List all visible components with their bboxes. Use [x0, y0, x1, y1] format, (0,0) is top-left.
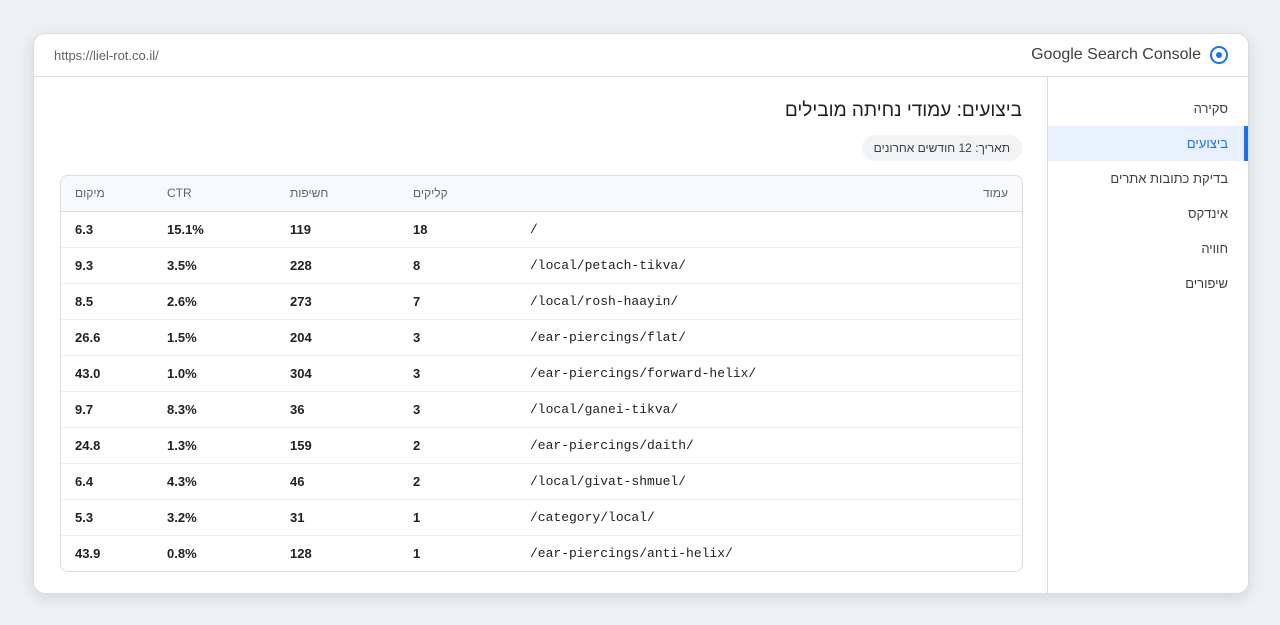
ctr-cell: 0.8%	[167, 534, 290, 571]
clicks-cell: 18	[413, 221, 428, 237]
table-row[interactable]: 8.5 2.6% 273 7 /local/rosh-haayin/	[61, 282, 1022, 319]
clicks-cell: 3	[413, 390, 530, 427]
page-path-cell[interactable]: /local/ganei-tikva/	[530, 390, 1022, 427]
sidebar-item-overview[interactable]: סקירה	[1048, 91, 1248, 126]
table-row[interactable]: 43.0 1.0% 304 3 /ear-piercings/forward-h…	[61, 354, 1022, 391]
page-path-cell[interactable]: /ear-piercings/anti-helix/	[530, 534, 1022, 571]
main-content: ביצועים: עמודי נחיתה מובילים תאריך: 12 ח…	[34, 77, 1047, 593]
impressions-cell: 46	[290, 462, 413, 499]
property-url[interactable]: https://liel-rot.co.il/	[54, 48, 159, 63]
page-path-cell[interactable]: /local/petach-tikva/	[530, 246, 1022, 283]
column-header-position[interactable]: מיקום	[61, 176, 167, 212]
table-row[interactable]: 24.8 1.3% 159 2 /ear-piercings/daith/	[61, 426, 1022, 463]
column-header-page[interactable]: עמוד	[530, 176, 1022, 212]
impressions-cell: 119	[290, 221, 311, 237]
position-cell: 43.9	[61, 534, 167, 571]
page-title: ביצועים: עמודי נחיתה מובילים	[784, 100, 1022, 121]
page-path-cell[interactable]: /ear-piercings/daith/	[530, 426, 1022, 463]
column-header-ctr[interactable]: CTR	[167, 176, 290, 212]
ctr-cell: 15.1%	[167, 221, 204, 237]
page-path-cell[interactable]: /ear-piercings/flat/	[530, 318, 1022, 355]
page-path-cell[interactable]: /ear-piercings/forward-helix/	[530, 354, 1022, 391]
brand[interactable]: Google Search Console	[1031, 44, 1228, 66]
impressions-cell: 204	[290, 318, 413, 355]
app-window: https://liel-rot.co.il/ Google Search Co…	[33, 33, 1249, 594]
page-path-cell[interactable]: /local/rosh-haayin/	[530, 282, 1022, 319]
position-cell: 6.3	[75, 221, 94, 237]
impressions-cell: 304	[290, 354, 413, 391]
position-cell: 5.3	[61, 498, 167, 535]
clicks-cell: 2	[413, 462, 530, 499]
sidebar-item-url-inspection[interactable]: בדיקת כתובות אתרים	[1048, 161, 1248, 196]
page-path-cell[interactable]: /	[530, 211, 1022, 247]
sidebar: סקירה ביצועים בדיקת כתובות אתרים אינדקס …	[1047, 77, 1248, 593]
page-path-cell[interactable]: /category/local/	[530, 498, 1022, 535]
clicks-cell: 3	[413, 318, 530, 355]
ctr-cell: 1.5%	[167, 318, 290, 355]
impressions-cell: 31	[290, 498, 413, 535]
brand-name: Google Search Console	[1031, 46, 1201, 63]
position-cell: 8.5	[61, 282, 167, 319]
table-header-row: מיקום CTR חשיפות קליקים עמוד	[61, 176, 1022, 212]
position-cell: 43.0	[61, 354, 167, 391]
position-cell: 9.3	[61, 246, 167, 283]
clicks-cell: 1	[413, 498, 530, 535]
clicks-cell: 7	[413, 282, 530, 319]
column-header-clicks[interactable]: קליקים	[413, 176, 530, 212]
table-row[interactable]: 9.3 3.5% 228 8 /local/petach-tikva/	[61, 246, 1022, 283]
ctr-cell: 4.3%	[167, 462, 290, 499]
table-row[interactable]: 6.4 4.3% 46 2 /local/givat-shmuel/	[61, 462, 1022, 499]
position-cell: 24.8	[61, 426, 167, 463]
sidebar-item-enhancements[interactable]: שיפורים	[1048, 266, 1248, 301]
sidebar-item-performance[interactable]: ביצועים	[1048, 126, 1248, 161]
clicks-cell: 3	[413, 354, 530, 391]
top-pages-table: מיקום CTR חשיפות קליקים עמוד 6.3 15.1% 1…	[60, 175, 1023, 572]
table-row[interactable]: 6.3 15.1% 119 18 /	[61, 211, 1022, 247]
ctr-cell: 8.3%	[167, 390, 290, 427]
table-row[interactable]: 43.9 0.8% 128 1 /ear-piercings/anti-heli…	[61, 534, 1022, 571]
position-cell: 26.6	[61, 318, 167, 355]
impressions-cell: 36	[290, 390, 413, 427]
page-path-cell[interactable]: /local/givat-shmuel/	[530, 462, 1022, 499]
sidebar-item-experience[interactable]: חוויה	[1048, 231, 1248, 266]
top-bar: https://liel-rot.co.il/ Google Search Co…	[34, 34, 1248, 77]
sidebar-item-index[interactable]: אינדקס	[1048, 196, 1248, 231]
table-row[interactable]: 5.3 3.2% 31 1 /category/local/	[61, 498, 1022, 535]
table-row[interactable]: 9.7 8.3% 36 3 /local/ganei-tikva/	[61, 390, 1022, 427]
clicks-cell: 1	[413, 534, 530, 571]
impressions-cell: 273	[290, 282, 413, 319]
impressions-cell: 159	[290, 426, 413, 463]
impressions-cell: 128	[290, 534, 413, 571]
ctr-cell: 1.0%	[167, 354, 290, 391]
clicks-cell: 8	[413, 246, 530, 283]
table-row[interactable]: 26.6 1.5% 204 3 /ear-piercings/flat/	[61, 318, 1022, 355]
ctr-cell: 3.5%	[167, 246, 290, 283]
column-header-impressions[interactable]: חשיפות	[290, 176, 413, 212]
impressions-cell: 228	[290, 246, 413, 283]
position-cell: 9.7	[61, 390, 167, 427]
search-console-logo-icon	[1210, 46, 1228, 64]
clicks-cell: 2	[413, 426, 530, 463]
ctr-cell: 2.6%	[167, 282, 290, 319]
ctr-cell: 3.2%	[167, 498, 290, 535]
ctr-cell: 1.3%	[167, 426, 290, 463]
date-filter-chip[interactable]: תאריך: 12 חודשים אחרונים	[861, 135, 1022, 161]
position-cell: 6.4	[61, 462, 167, 499]
